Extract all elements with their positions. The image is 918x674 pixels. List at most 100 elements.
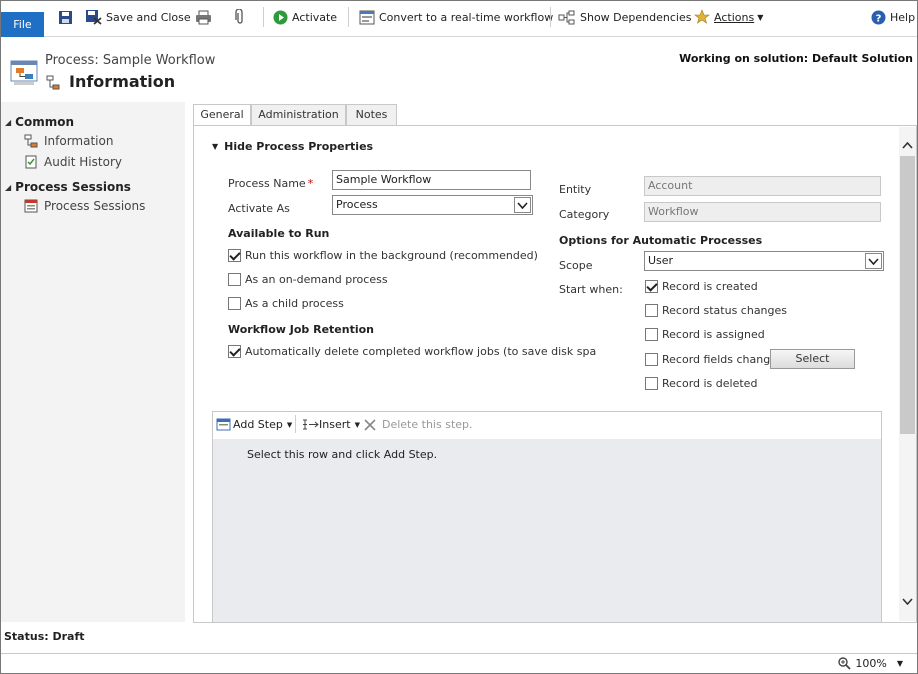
insert-label: Insert [319,418,351,431]
paperclip-icon [235,9,243,24]
record-fields-checkbox[interactable]: Record fields change [645,353,777,366]
convert-realtime-button[interactable]: Convert to a real-time workflow [359,7,553,27]
tab-notes[interactable]: Notes [346,104,397,125]
record-status-label: Record status changes [662,304,788,317]
record-created-label: Record is created [662,280,758,293]
save-button[interactable] [58,7,77,27]
run-background-label: Run this workflow in the background (rec… [245,249,538,262]
delete-step-label: Delete this step. [382,418,473,431]
checkbox-checked [228,345,241,358]
help-icon: ? [871,10,886,24]
scope-select[interactable]: User [644,251,884,271]
nav-item-label: Information [44,134,114,148]
chevron-down-icon [865,253,882,269]
available-to-run-heading: Available to Run [228,227,330,240]
process-entity-icon [10,60,38,89]
activate-as-label: Activate As [228,202,290,215]
process-sessions-icon [24,199,38,213]
print-button[interactable] [195,7,216,27]
help-menu-button[interactable]: ? Help [871,7,915,27]
scroll-down-icon[interactable] [900,591,915,611]
save-and-close-button[interactable]: Save and Close [85,7,191,27]
nav-item-label: Process Sessions [44,199,146,213]
checkbox-checked [228,249,241,262]
chevron-down-icon: ▼ [896,659,903,668]
record-fields-label: Record fields change [662,353,777,366]
record-deleted-checkbox[interactable]: Record is deleted [645,377,757,390]
category-field: Workflow [644,202,881,222]
scrollbar-thumb[interactable] [900,156,915,434]
zoom-level: 100% [855,657,887,670]
convert-label: Convert to a real-time workflow [379,10,554,24]
delete-step-button[interactable]: Delete this step. [364,418,473,431]
activate-icon [273,10,288,24]
category-label: Category [559,208,610,221]
nav-item-label: Audit History [44,155,122,169]
workflow-step-designer [212,411,882,623]
section-toggle-label: Hide Process Properties [224,140,374,153]
workflow-icon [24,134,38,148]
checkbox-unchecked [645,353,658,366]
nav-group-common[interactable]: ◢ Common [5,115,74,129]
checkbox-unchecked [645,328,658,341]
magnifier-icon [838,657,852,670]
help-label: Help [890,10,916,24]
activate-button[interactable]: Activate [273,7,337,27]
tab-general[interactable]: General [193,104,251,126]
on-demand-checkbox[interactable]: As an on-demand process [228,273,388,286]
nav-group-process-sessions[interactable]: ◢ Process Sessions [5,180,131,194]
nav-item-audit-history[interactable]: Audit History [24,155,122,169]
record-status-checkbox[interactable]: Record status changes [645,304,787,317]
add-step-button[interactable]: Add Step ▼ [216,418,292,431]
hide-process-properties-toggle[interactable]: ▼ Hide Process Properties [212,140,373,153]
child-process-checkbox[interactable]: As a child process [228,297,344,310]
save-close-icon [86,10,102,25]
chevron-down-icon [514,197,531,213]
attach-button[interactable] [235,7,249,27]
chevron-down-icon: ▼ [286,420,293,429]
process-name-input[interactable]: Sample Workflow [332,170,531,190]
auto-delete-checkbox[interactable]: Automatically delete completed workflow … [228,345,596,358]
insert-icon [303,419,319,430]
toolbar-separator [348,7,349,27]
insert-button[interactable]: Insert ▼ [302,418,360,431]
workflow-icon [45,75,61,94]
page-title: Information [69,72,176,91]
run-background-checkbox[interactable]: Run this workflow in the background (rec… [228,249,538,262]
convert-icon [359,10,375,24]
file-button[interactable]: File [1,12,44,37]
status-bar [1,653,917,673]
select-fields-button[interactable]: Select [770,349,855,369]
audit-history-icon [25,155,37,169]
actions-menu-button[interactable]: Actions ▼ [694,7,763,27]
entity-field: Account [644,176,881,196]
nav-item-information[interactable]: Information [24,134,113,148]
svg-text:?: ? [876,13,882,24]
record-assigned-checkbox[interactable]: Record is assigned [645,328,765,341]
record-entity-title: Process: Sample Workflow [45,53,216,68]
dependencies-label: Show Dependencies [580,10,692,24]
tab-administration[interactable]: Administration [251,104,346,125]
status-text: Status: Draft [4,630,85,643]
record-created-checkbox[interactable]: Record is created [645,280,758,293]
checkbox-unchecked [228,273,241,286]
activate-as-select[interactable]: Process [332,195,533,215]
on-demand-label: As an on-demand process [245,273,388,286]
actions-label: Actions [714,10,755,24]
scroll-up-icon[interactable] [900,135,915,155]
show-dependencies-button[interactable]: Show Dependencies [558,7,691,27]
chevron-down-icon: ▼ [757,12,764,22]
zoom-control[interactable]: 100% ▼ [838,657,903,670]
steps-hint-row[interactable]: Select this row and click Add Step. [247,448,437,461]
delete-icon [364,418,376,431]
checkbox-unchecked [645,304,658,317]
collapse-triangle-icon: ◢ [5,182,12,192]
required-indicator: * [307,177,314,190]
process-name-label: Process Name * [228,177,314,190]
nav-item-process-sessions[interactable]: Process Sessions [24,199,145,213]
scope-value: User [648,254,674,267]
toolbar-separator [295,415,296,433]
child-process-label: As a child process [245,297,344,310]
actions-icon [694,9,710,24]
checkbox-unchecked [228,297,241,310]
